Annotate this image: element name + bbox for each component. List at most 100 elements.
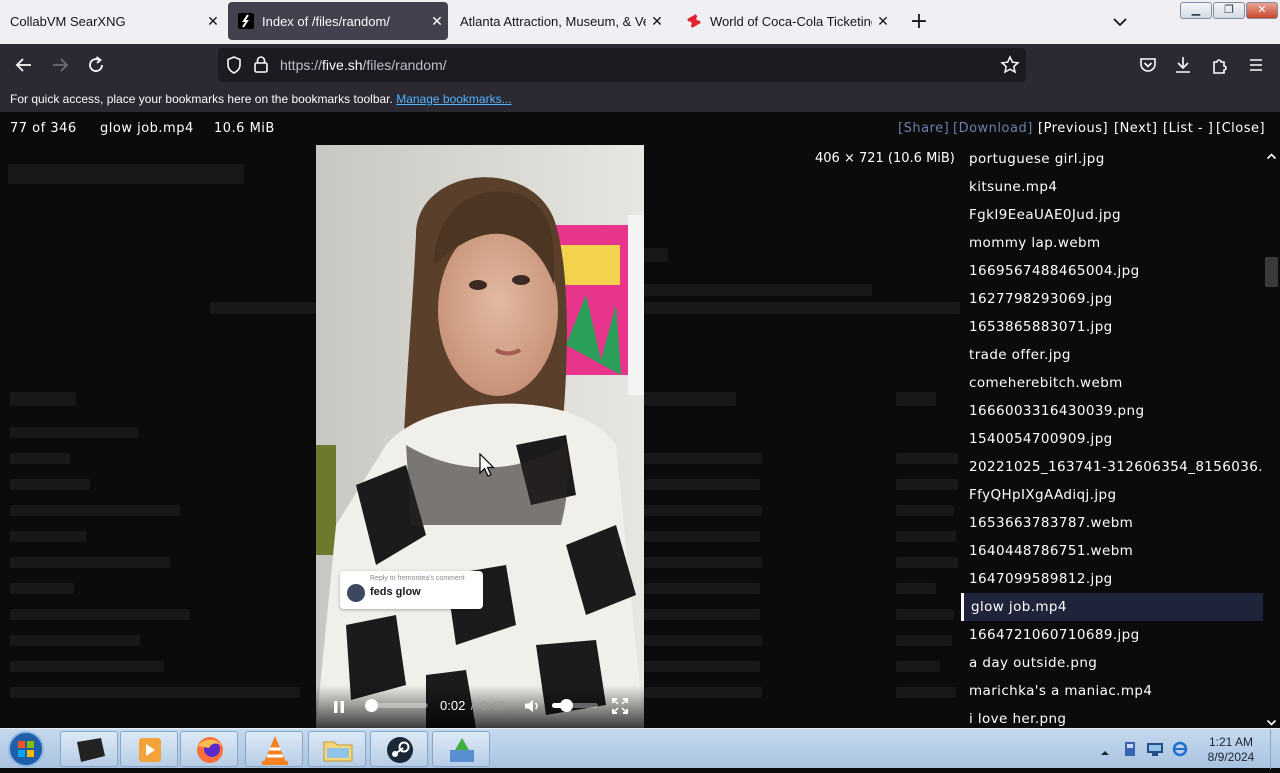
duration: 0:40 [480, 698, 506, 713]
file-list-item[interactable]: 1627798293069.jpg [961, 285, 1263, 313]
video-player[interactable]: Reply to fremontea's comment feds glow 0… [316, 145, 644, 728]
file-list-item[interactable]: i love her.png [961, 705, 1263, 728]
tab-bar: CollabVM SearXNG ✕ Index of /files/rando… [0, 0, 1280, 44]
file-list-item[interactable]: glow job.mp4 [961, 593, 1263, 621]
shield-icon[interactable] [224, 55, 244, 79]
download-icon[interactable] [1171, 53, 1195, 77]
fullscreen-icon[interactable] [612, 698, 628, 714]
scroll-down-icon[interactable] [1266, 713, 1277, 728]
file-list-item[interactable]: FgkI9EeaUAE0Jud.jpg [961, 201, 1263, 229]
current-filename: glow job.mp4 [100, 121, 194, 136]
address-bar[interactable]: https://five.sh/files/random/ [218, 48, 1026, 82]
tab-world-of-coca-cola[interactable]: World of Coca-Cola Ticketing S ✕ [676, 2, 894, 40]
taskbar-app-firefox[interactable] [180, 731, 238, 767]
next-link[interactable]: [Next] [1114, 121, 1157, 136]
file-list-item[interactable]: 1647099589812.jpg [961, 565, 1263, 593]
current-time: 0:02 [440, 698, 466, 713]
comment-reply-bubble: Reply to fremontea's comment feds glow [340, 571, 483, 609]
taskbar-app-terminal[interactable] [60, 731, 118, 767]
taskbar-app-network-tool[interactable] [432, 731, 490, 767]
taskbar-app-steam[interactable] [370, 731, 428, 767]
minimize-window-button[interactable]: ▁ [1180, 2, 1212, 19]
restore-window-button[interactable]: ❐ [1213, 2, 1245, 19]
tab-close-icon[interactable]: ✕ [872, 13, 894, 30]
show-desktop-button[interactable] [1270, 729, 1280, 769]
pocket-icon[interactable] [1136, 53, 1160, 77]
seek-handle[interactable] [365, 699, 378, 712]
new-tab-plus-icon[interactable]: + [906, 10, 932, 36]
lock-icon[interactable] [252, 55, 270, 79]
forward-arrow-icon[interactable] [48, 53, 72, 77]
file-list-sidebar: portuguese girl.jpg kitsune.mp4 FgkI9EeaUA… [961, 145, 1263, 728]
previous-link[interactable]: [Previous] [1038, 121, 1108, 136]
scroll-up-icon[interactable] [1266, 147, 1277, 166]
tab-index-files-random[interactable]: Index of /files/random/ ✕ [228, 2, 448, 40]
url-path: /files/random/ [362, 57, 447, 73]
file-list-item[interactable]: 1540054700909.jpg [961, 425, 1263, 453]
volume-handle[interactable] [559, 699, 573, 712]
list-toggle-link[interactable]: [List - ] [1163, 121, 1213, 136]
file-list-item[interactable]: mommy lap.webm [961, 229, 1263, 257]
taskbar-app-media-player[interactable] [120, 731, 178, 767]
tab-close-icon[interactable]: ✕ [202, 13, 224, 30]
file-list-scrollbar[interactable] [1263, 145, 1280, 728]
volume-slider[interactable] [552, 699, 598, 712]
tab-atlanta-attraction[interactable]: Atlanta Attraction, Museum, & Venu ✕ [450, 2, 668, 40]
mouse-cursor-icon [479, 452, 495, 483]
file-list-item[interactable]: 1666003316430039.png [961, 397, 1263, 425]
taskbar-app-file-explorer[interactable] [308, 731, 366, 767]
file-list-item[interactable]: a day outside.png [961, 649, 1263, 677]
scroll-thumb[interactable] [1265, 257, 1278, 287]
file-list-item[interactable]: trade offer.jpg [961, 341, 1263, 369]
file-list-item[interactable]: FfyQHpIXgAAdiqj.jpg [961, 481, 1263, 509]
pause-icon[interactable] [332, 699, 346, 713]
tray-ie-icon[interactable] [1171, 740, 1189, 762]
tray-device-icon[interactable] [1122, 740, 1138, 762]
bookmarks-toolbar: For quick access, place your bookmarks h… [0, 86, 1280, 112]
close-window-button[interactable]: ✕ [1246, 2, 1278, 19]
tab-collabvm-searxng[interactable]: CollabVM SearXNG ✕ [0, 2, 224, 40]
navigation-toolbar: https://five.sh/files/random/ [0, 44, 1280, 86]
video-controls: 0:02 / 0:40 [316, 685, 644, 728]
clock-time: 1:21 AM [1208, 735, 1254, 749]
viewer-info-bar: 77 of 346 glow job.mp4 10.6 MiB [Share] … [0, 112, 1280, 144]
file-list-item[interactable]: 1653663783787.webm [961, 509, 1263, 537]
page-content: 77 of 346 glow job.mp4 10.6 MiB [Share] … [0, 112, 1280, 728]
file-list-item[interactable]: 20221025_163741-312606354_8156036... [961, 453, 1263, 481]
back-arrow-icon[interactable] [12, 53, 36, 77]
tray-network-icon[interactable] [1146, 741, 1164, 761]
tab-close-icon[interactable]: ✕ [426, 13, 448, 30]
volume-icon[interactable] [523, 697, 541, 715]
file-list-item[interactable]: marichka's a maniac.mp4 [961, 677, 1263, 705]
manage-bookmarks-link[interactable]: Manage bookmarks... [396, 92, 511, 106]
file-explorer-app-icon [323, 741, 353, 762]
download-link[interactable]: [Download] [953, 121, 1033, 136]
system-clock[interactable]: 1:21 AM 8/9/2024 [1196, 735, 1266, 765]
taskbar-app-vlc[interactable] [245, 731, 303, 767]
hamburger-menu-icon[interactable] [1244, 53, 1268, 77]
file-list-item[interactable]: 1653865883071.jpg [961, 313, 1263, 341]
extensions-icon[interactable] [1208, 53, 1232, 77]
reload-icon[interactable] [84, 53, 108, 77]
file-list-item[interactable]: 1640448786751.webm [961, 537, 1263, 565]
time-separator: / [467, 698, 478, 713]
start-button-icon[interactable] [6, 729, 46, 769]
tab-title: CollabVM SearXNG [10, 13, 126, 29]
file-list-item[interactable]: comeherebitch.webm [961, 369, 1263, 397]
file-list-item[interactable]: portuguese girl.jpg [961, 145, 1263, 173]
tab-close-icon[interactable]: ✕ [646, 13, 668, 30]
bookmark-star-icon[interactable] [1000, 55, 1020, 79]
reply-subtitle: Reply to fremontea's comment [370, 575, 465, 582]
five-sh-favicon-icon [238, 13, 254, 29]
file-list-item[interactable]: 1664721060710689.jpg [961, 621, 1263, 649]
share-link[interactable]: [Share] [898, 121, 949, 136]
video-frame [316, 145, 644, 728]
network-tool-app-icon [450, 738, 474, 762]
seek-bar[interactable] [365, 699, 428, 712]
file-list-item[interactable]: 1669567488465004.jpg [961, 257, 1263, 285]
file-list-item[interactable]: kitsune.mp4 [961, 173, 1263, 201]
vlc-app-icon [262, 736, 288, 765]
list-all-tabs-chevron-icon[interactable] [1110, 12, 1130, 32]
close-viewer-link[interactable]: [Close] [1216, 121, 1265, 136]
show-hidden-icons-icon[interactable] [1100, 743, 1110, 762]
